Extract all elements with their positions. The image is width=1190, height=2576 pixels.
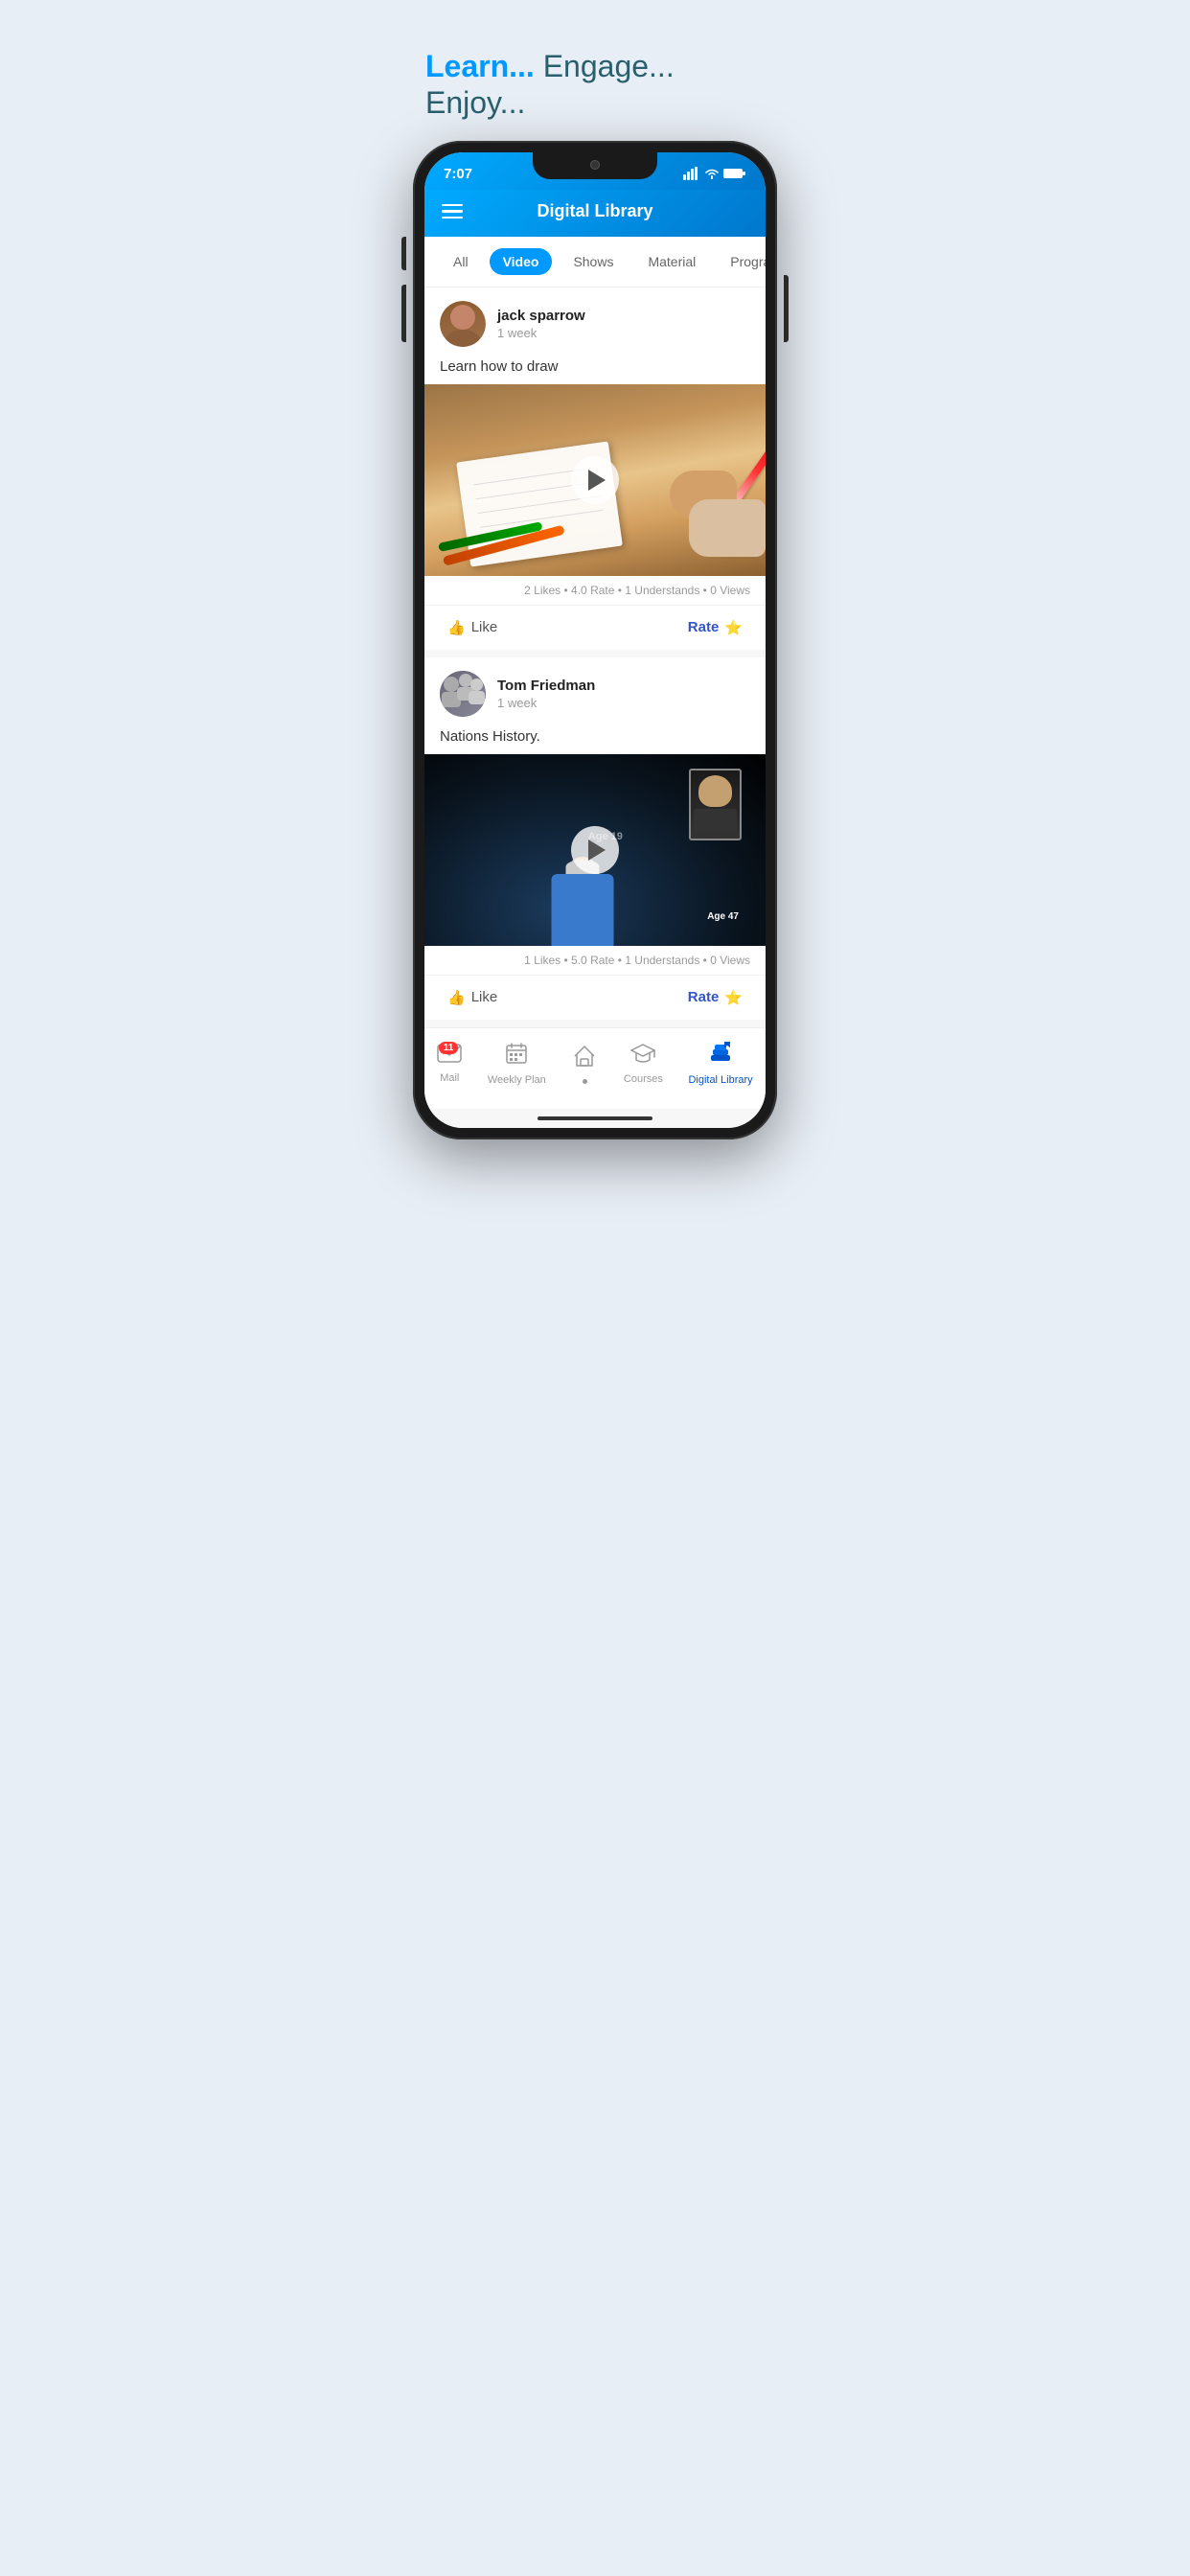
phone-screen: 7:07 [424,152,766,1128]
post-1-author: jack sparrow [497,308,750,324]
home-icon [571,1043,598,1075]
menu-button[interactable] [442,204,463,219]
tab-programs[interactable]: Programs [717,248,766,275]
post-2-like-label: Like [471,989,498,1005]
nav-item-home[interactable] [560,1039,609,1088]
post-2-description: Nations History. [424,724,766,754]
post-1-rate-label: Rate [688,619,720,635]
signal-icon [683,167,700,180]
post-2-rate-label: Rate [688,989,720,1005]
avatar-tom [440,671,486,717]
post-2-meta: Tom Friedman 1 week [497,678,750,710]
tab-all[interactable]: All [440,248,482,275]
tagline: Learn... Engage... Enjoy... [397,19,793,141]
filter-tabs: All Video Shows Material Programs [424,237,766,288]
post-2-stats: 1 Likes • 5.0 Rate • 1 Understands • 0 V… [424,946,766,976]
page-wrapper: Learn... Engage... Enjoy... 7:07 [397,19,793,1139]
post-card-2: Tom Friedman 1 week Nations History. [424,657,766,1020]
nav-item-mail[interactable]: 11 Mail [425,1040,473,1088]
like-icon: 👍 [447,619,466,636]
graduation-icon [630,1043,655,1070]
tab-shows[interactable]: Shows [560,248,627,275]
nav-mail-label: Mail [440,1072,459,1084]
post-1-meta: jack sparrow 1 week [497,308,750,340]
avatar-jack [440,301,486,347]
content-area: jack sparrow 1 week Learn how to draw [424,288,766,1027]
tab-material[interactable]: Material [634,248,709,275]
post-2-time: 1 week [497,696,750,710]
nav-courses-label: Courses [624,1073,663,1085]
star-icon-2: ⭐ [724,989,743,1006]
nav-weekly-plan-label: Weekly Plan [488,1074,546,1086]
power-button [784,275,789,342]
notch [533,152,657,179]
home-bar [538,1116,652,1120]
post-1-rate-button[interactable]: Rate ⭐ [680,615,750,640]
like-icon-2: 👍 [447,989,466,1006]
battery-icon [723,168,746,179]
nav-item-weekly-plan[interactable]: Weekly Plan [476,1038,558,1090]
nav-item-digital-library[interactable]: Digital Library [676,1038,764,1090]
bottom-nav: 11 Mail [424,1027,766,1109]
tab-video[interactable]: Video [490,248,553,275]
app-header: Digital Library [424,190,766,237]
post-2-rate-button[interactable]: Rate ⭐ [680,985,750,1010]
post-1-description: Learn how to draw [424,355,766,384]
post-1-stats: 2 Likes • 4.0 Rate • 1 Understands • 0 V… [424,576,766,606]
wifi-icon [704,168,720,179]
post-1-like-button[interactable]: 👍 Like [440,615,505,640]
books-icon [708,1042,733,1070]
star-icon: ⭐ [724,619,743,636]
post-1-time: 1 week [497,326,750,340]
nav-item-courses[interactable]: Courses [612,1039,675,1089]
calendar-icon [505,1042,528,1070]
post-1-header: jack sparrow 1 week [424,288,766,355]
app-title: Digital Library [537,201,652,221]
post-1-like-label: Like [471,619,498,635]
tagline-learn: Learn... [425,49,535,83]
home-indicator [424,1109,766,1128]
post-card-1: jack sparrow 1 week Learn how to draw [424,288,766,650]
post-1-actions: 👍 Like Rate ⭐ [424,606,766,650]
post-2-author: Tom Friedman [497,678,750,694]
mail-badge: 11 [439,1042,459,1054]
post-2-video[interactable]: Age 47 Age 19 [424,754,766,946]
status-time: 7:07 [444,166,472,182]
post-1-video[interactable] [424,384,766,576]
nav-digital-library-label: Digital Library [688,1074,752,1086]
phone-shell: 7:07 [413,141,777,1139]
post-2-actions: 👍 Like Rate ⭐ [424,976,766,1020]
post-1-play-button[interactable] [571,456,619,504]
status-icons [683,167,746,180]
post-2-header: Tom Friedman 1 week [424,657,766,724]
post-2-play-button[interactable] [571,826,619,874]
post-2-like-button[interactable]: 👍 Like [440,985,505,1010]
